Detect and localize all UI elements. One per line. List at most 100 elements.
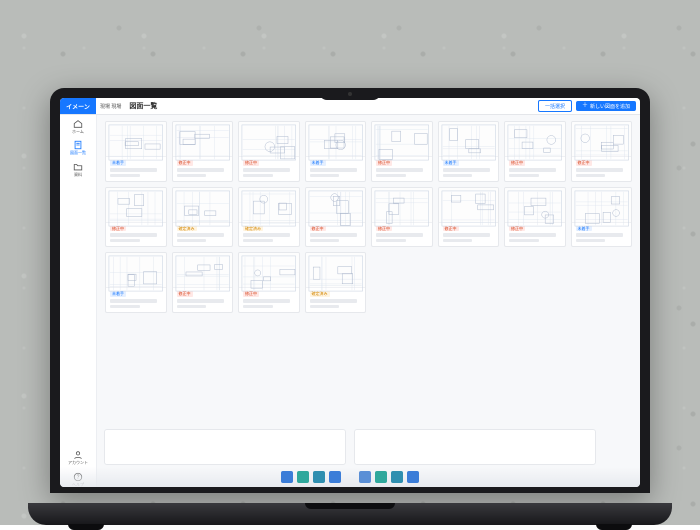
dock-app[interactable] — [391, 471, 403, 483]
sidebar-item-folder[interactable]: 資料 — [64, 162, 92, 177]
drawing-card[interactable]: 修正中 — [371, 187, 433, 248]
add-drawing-button[interactable]: ＋ 新しい図面を追加 — [576, 101, 636, 111]
drawing-card[interactable]: 未着手 — [571, 187, 633, 248]
drawing-title-placeholder — [509, 168, 556, 172]
dock-app[interactable] — [281, 471, 293, 483]
drawing-subtitle-placeholder — [177, 305, 207, 308]
drawing-card[interactable]: 確定済み — [238, 187, 300, 248]
drawing-subtitle-placeholder — [576, 174, 606, 177]
page-title: 図面一覧 — [129, 101, 157, 111]
drawing-title-placeholder — [576, 233, 623, 237]
drawing-title-placeholder — [110, 168, 157, 172]
drawing-subtitle-placeholder — [243, 305, 273, 308]
drawing-subtitle-placeholder — [310, 305, 340, 308]
drawing-thumbnail — [372, 188, 432, 223]
drawing-subtitle-placeholder — [243, 174, 273, 177]
drawing-card[interactable]: 未着手 — [105, 252, 167, 313]
bottom-panel-right[interactable] — [354, 429, 596, 465]
bottom-panels — [60, 425, 640, 467]
drawing-thumbnail — [505, 188, 565, 223]
drawing-subtitle-placeholder — [110, 239, 140, 242]
drawing-title-placeholder — [310, 233, 357, 237]
drawing-card[interactable]: 未着手 — [438, 121, 500, 182]
sidebar-item-label: ホーム — [72, 130, 84, 134]
screen: イメーン 現場 現場 図面一覧 一括選択 ＋ 新しい図面を追加 ホーム図面一覧資… — [60, 98, 640, 487]
drawing-title-placeholder — [177, 233, 224, 237]
drawing-thumbnail — [239, 253, 299, 288]
drawing-subtitle-placeholder — [310, 174, 340, 177]
drawing-title-placeholder — [376, 168, 423, 172]
sidebar-item-label: 資料 — [74, 173, 82, 177]
dock-app[interactable] — [297, 471, 309, 483]
drawing-title-placeholder — [243, 299, 290, 303]
dock-app[interactable] — [313, 471, 325, 483]
drawing-title-placeholder — [443, 233, 490, 237]
drawing-card[interactable]: 確定済み — [172, 187, 234, 248]
dock — [281, 471, 419, 483]
drawing-card[interactable]: 修正中 — [305, 187, 367, 248]
drawing-card[interactable]: 修正中 — [172, 121, 234, 182]
drawing-title-placeholder — [376, 233, 423, 237]
drawing-thumbnail — [106, 253, 166, 288]
laptop-frame: イメーン 現場 現場 図面一覧 一括選択 ＋ 新しい図面を追加 ホーム図面一覧資… — [50, 88, 650, 525]
drawing-title-placeholder — [243, 233, 290, 237]
add-drawing-label: 新しい図面を追加 — [590, 103, 630, 110]
drawing-card[interactable]: 修正中 — [438, 187, 500, 248]
drawing-thumbnail — [239, 122, 299, 157]
drawing-title-placeholder — [576, 168, 623, 172]
drawing-thumbnail — [306, 188, 366, 223]
drawing-thumbnail — [439, 122, 499, 157]
bottom-area — [60, 425, 640, 487]
drawing-title-placeholder — [243, 168, 290, 172]
folder-icon — [72, 162, 84, 172]
drawing-thumbnail — [572, 122, 632, 157]
drawing-title-placeholder — [310, 299, 357, 303]
drawing-thumbnail — [505, 122, 565, 157]
drawing-card[interactable]: 確定済み — [305, 252, 367, 313]
drawing-card[interactable]: 修正中 — [105, 187, 167, 248]
drawing-thumbnail — [372, 122, 432, 157]
dock-area — [60, 467, 640, 487]
drawing-thumbnail — [173, 188, 233, 223]
drawing-card[interactable]: 未着手 — [105, 121, 167, 182]
drawing-card[interactable]: 未着手 — [305, 121, 367, 182]
laptop-base — [28, 503, 672, 525]
breadcrumb[interactable]: 現場 現場 — [100, 103, 121, 110]
drawing-card[interactable]: 修正中 — [571, 121, 633, 182]
drawing-card[interactable]: 修正中 — [371, 121, 433, 182]
sidebar-item-doc[interactable]: 図面一覧 — [64, 140, 92, 155]
drawing-title-placeholder — [509, 233, 556, 237]
drawing-thumbnail — [106, 122, 166, 157]
drawing-subtitle-placeholder — [376, 174, 406, 177]
drawing-subtitle-placeholder — [509, 174, 539, 177]
drawing-thumbnail — [306, 253, 366, 288]
drawing-subtitle-placeholder — [376, 239, 406, 242]
drawing-title-placeholder — [177, 299, 224, 303]
bulk-select-button[interactable]: 一括選択 — [538, 100, 572, 112]
drawing-card[interactable]: 修正中 — [504, 121, 566, 182]
drawing-thumbnail — [106, 188, 166, 223]
drawing-subtitle-placeholder — [443, 174, 473, 177]
drawing-card[interactable]: 修正中 — [172, 252, 234, 313]
dock-app[interactable] — [407, 471, 419, 483]
drawing-subtitle-placeholder — [509, 239, 539, 242]
drawing-subtitle-placeholder — [177, 174, 207, 177]
drawing-title-placeholder — [110, 299, 157, 303]
drawing-title-placeholder — [310, 168, 357, 172]
sidebar-item-home[interactable]: ホーム — [64, 119, 92, 134]
drawing-title-placeholder — [177, 168, 224, 172]
drawing-card[interactable]: 修正中 — [504, 187, 566, 248]
drawing-subtitle-placeholder — [443, 239, 473, 242]
drawing-subtitle-placeholder — [243, 239, 273, 242]
drawing-card[interactable]: 修正中 — [238, 252, 300, 313]
drawing-thumbnail — [572, 188, 632, 223]
home-icon — [72, 119, 84, 129]
topbar: イメーン 現場 現場 図面一覧 一括選択 ＋ 新しい図面を追加 — [60, 98, 640, 115]
drawing-thumbnail — [439, 188, 499, 223]
dock-app[interactable] — [375, 471, 387, 483]
dock-app[interactable] — [329, 471, 341, 483]
dock-app[interactable] — [359, 471, 371, 483]
drawing-card[interactable]: 修正中 — [238, 121, 300, 182]
bottom-panel-left[interactable] — [104, 429, 346, 465]
brand-logo[interactable]: イメーン — [60, 98, 96, 114]
